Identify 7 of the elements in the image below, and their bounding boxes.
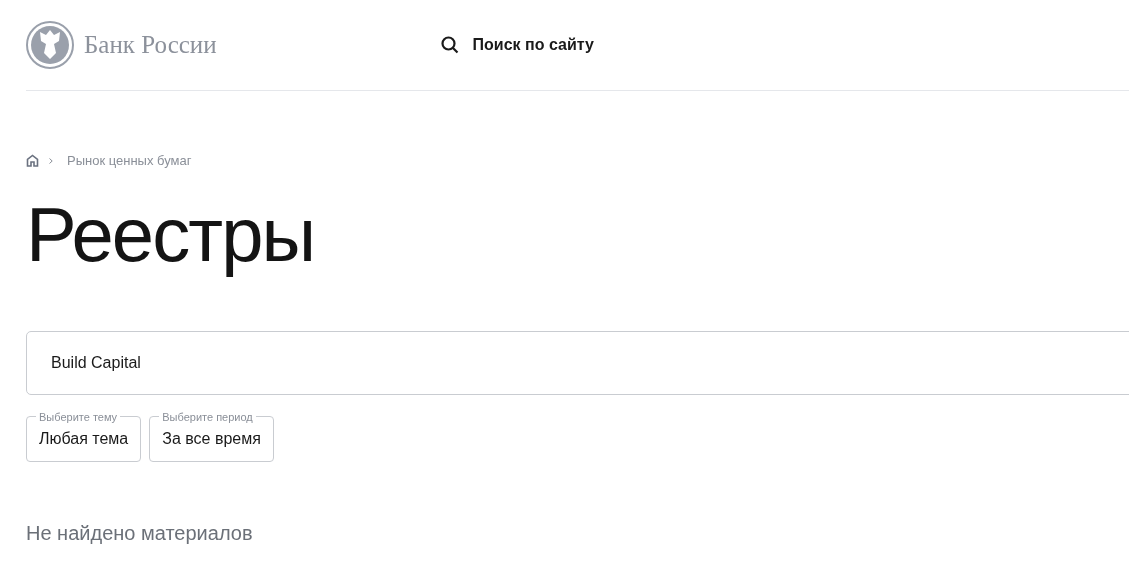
site-search-button[interactable]: Поиск по сайту: [440, 33, 594, 57]
search-field[interactable]: Build Capital: [26, 330, 1129, 395]
search-icon: [440, 36, 459, 54]
empty-results-message: Не найдено материалов: [26, 521, 254, 546]
home-icon[interactable]: [26, 154, 39, 168]
emblem-icon[interactable]: [26, 21, 74, 69]
chevron-icon: [49, 157, 53, 164]
